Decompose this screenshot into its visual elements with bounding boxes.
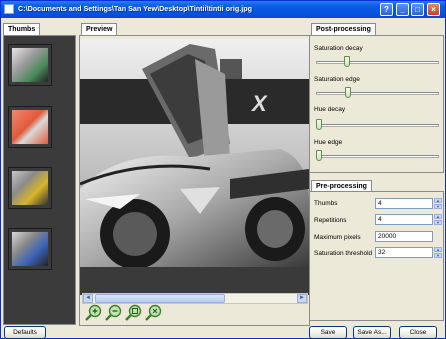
car-photo: X [80,39,309,267]
tab-post-processing[interactable]: Post-processing [311,23,376,35]
thumbs-input[interactable]: 4 [375,198,433,209]
close-button[interactable]: Close [399,326,437,339]
saturation-threshold-spinner[interactable]: ▲ ▼ [434,247,442,258]
thumb-3[interactable] [8,167,52,209]
window-title: C:\Documents and Settings\Tan San Yew\De… [18,4,253,13]
tab-thumbs[interactable]: Thumbs [3,23,41,35]
preview-image[interactable]: X [80,39,309,267]
app-icon [4,4,14,14]
minimize-button[interactable]: _ [396,3,409,16]
saturation-edge-track[interactable] [316,92,439,95]
saturation-edge-slider[interactable] [345,87,351,98]
help-button[interactable]: ? [380,3,393,16]
thumbs-spinner[interactable]: ▲ ▼ [434,198,442,209]
preview-panel: X ◄ ► [79,35,310,326]
spin-up-icon[interactable]: ▲ [434,247,442,252]
horizontal-scrollbar[interactable]: ◄ ► [82,293,308,304]
zoom-fit-icon[interactable] [124,304,142,322]
scroll-left-icon[interactable]: ◄ [83,294,93,303]
scrollbar-thumb[interactable] [95,294,225,303]
hue-edge-slider[interactable] [316,150,322,161]
thumbs-label: Thumbs [314,200,338,207]
thumb-1[interactable] [8,44,52,86]
defaults-button[interactable]: Defaults [4,326,46,339]
saturation-decay-label: Saturation decay [314,45,363,52]
spin-up-icon[interactable]: ▲ [434,214,442,219]
spin-down-icon[interactable]: ▼ [434,220,442,225]
pre-processing-panel: Thumbs 4 ▲ ▼ Repetitions 4 ▲ ▼ Maximum pix… [309,191,444,321]
saturation-decay-slider[interactable] [344,56,350,67]
scroll-right-icon[interactable]: ► [297,294,307,303]
maximize-button[interactable]: □ [411,3,424,16]
thumb-2[interactable] [8,106,52,148]
post-processing-panel: Saturation decay Saturation edge Hue dec… [309,35,444,173]
spin-down-icon[interactable]: ▼ [434,204,442,209]
zoom-in-icon[interactable] [84,304,102,322]
hue-decay-label: Hue decay [314,106,346,113]
saturation-decay-track[interactable] [316,61,439,64]
thumbs-panel [3,35,76,325]
thumb-image [12,110,48,144]
spin-up-icon[interactable]: ▲ [434,198,442,203]
svg-text:X: X [250,91,268,116]
hue-decay-slider[interactable] [316,119,322,130]
hue-edge-track[interactable] [316,155,439,158]
hue-edge-label: Hue edge [314,139,343,146]
thumb-image [12,48,48,82]
tab-preview[interactable]: Preview [81,23,118,35]
thumb-image [12,232,48,266]
zoom-actual-icon[interactable] [144,304,162,322]
thumb-4[interactable] [8,228,52,270]
preview-canvas-background [80,267,309,295]
repetitions-spinner[interactable]: ▲ ▼ [434,214,442,225]
saturation-threshold-label: Saturation threshold [314,250,373,257]
maximum-pixels-label: Maximum pixels [314,234,361,241]
title-bar: C:\Documents and Settings\Tan San Yew\De… [1,1,445,18]
zoom-out-icon[interactable] [104,304,122,322]
repetitions-label: Repetitions [314,217,347,224]
saturation-threshold-input[interactable]: 32 [375,247,433,258]
application-window: C:\Documents and Settings\Tan San Yew\De… [0,0,446,339]
save-button[interactable]: Save [309,326,347,339]
saturation-edge-label: Saturation edge [314,76,360,83]
maximum-pixels-input[interactable]: 20000 [375,231,433,242]
spin-down-icon[interactable]: ▼ [434,253,442,258]
save-as-button[interactable]: Save As... [353,326,391,339]
thumb-image [12,171,48,205]
repetitions-input[interactable]: 4 [375,214,433,225]
hue-decay-track[interactable] [316,124,439,127]
close-window-button[interactable]: × [427,3,440,16]
